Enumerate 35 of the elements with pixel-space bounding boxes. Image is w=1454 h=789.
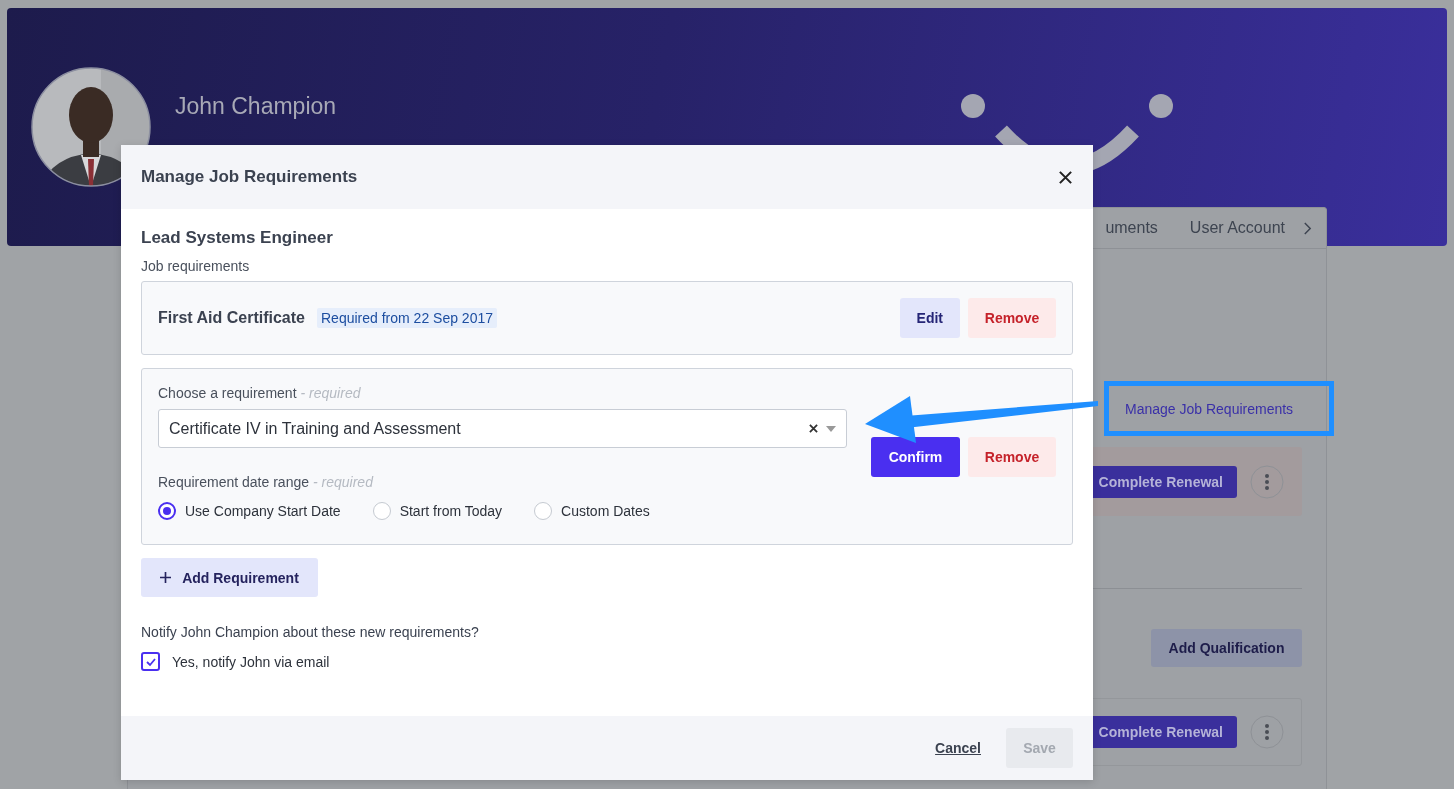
requirement-select[interactable]: Certificate IV in Training and Assessment <box>158 409 847 448</box>
more-options-icon[interactable] <box>1250 715 1284 749</box>
confirm-button[interactable]: Confirm <box>871 437 960 477</box>
field-label: Choose a requirement <box>158 385 297 401</box>
requirement-name: First Aid Certificate <box>158 309 305 327</box>
radio-option[interactable]: Start from Today <box>372 502 503 520</box>
date-tag: Required from 22 Sep 2017 <box>317 308 497 328</box>
radio-option[interactable]: Use Company Start Date <box>158 502 341 520</box>
caret-icon[interactable] <box>826 425 836 432</box>
remove-button[interactable]: Remove <box>968 437 1056 477</box>
close-icon[interactable] <box>1058 169 1073 185</box>
tab[interactable]: uments <box>1105 219 1158 237</box>
add-requirement-button[interactable]: Add Requirement <box>141 558 318 597</box>
section-label: Job requirements <box>141 258 251 274</box>
notify-checkbox[interactable] <box>141 652 160 671</box>
remove-button[interactable]: Remove <box>968 298 1056 338</box>
plus-icon <box>160 572 172 583</box>
more-options-icon[interactable] <box>1250 464 1284 499</box>
field-label: Requirement date range <box>158 474 309 490</box>
required-hint: - required <box>313 474 373 490</box>
add-qualification-button[interactable]: Add Qualification <box>1151 629 1302 667</box>
clear-icon[interactable] <box>809 424 818 433</box>
cancel-link[interactable]: Cancel <box>935 740 981 756</box>
edit-button[interactable]: Edit <box>899 298 960 338</box>
dialog-title: Manage Job Requirements <box>141 167 358 187</box>
radio-button[interactable] <box>158 502 176 520</box>
notify-question: Notify John Champion about these new requirements? <box>141 624 480 640</box>
radio-option[interactable]: Custom Dates <box>534 502 650 520</box>
role-heading: Lead Systems Engineer <box>141 228 334 248</box>
tab[interactable]: User Account <box>1189 219 1285 237</box>
checkbox-label: Yes, notify John via email <box>172 653 330 670</box>
profile-name: John Champion <box>175 93 338 120</box>
manage-requirements-link[interactable]: Manage Job Requirements <box>1125 400 1294 417</box>
chevron-right-icon[interactable] <box>1303 221 1312 235</box>
required-hint: - required <box>300 385 361 401</box>
